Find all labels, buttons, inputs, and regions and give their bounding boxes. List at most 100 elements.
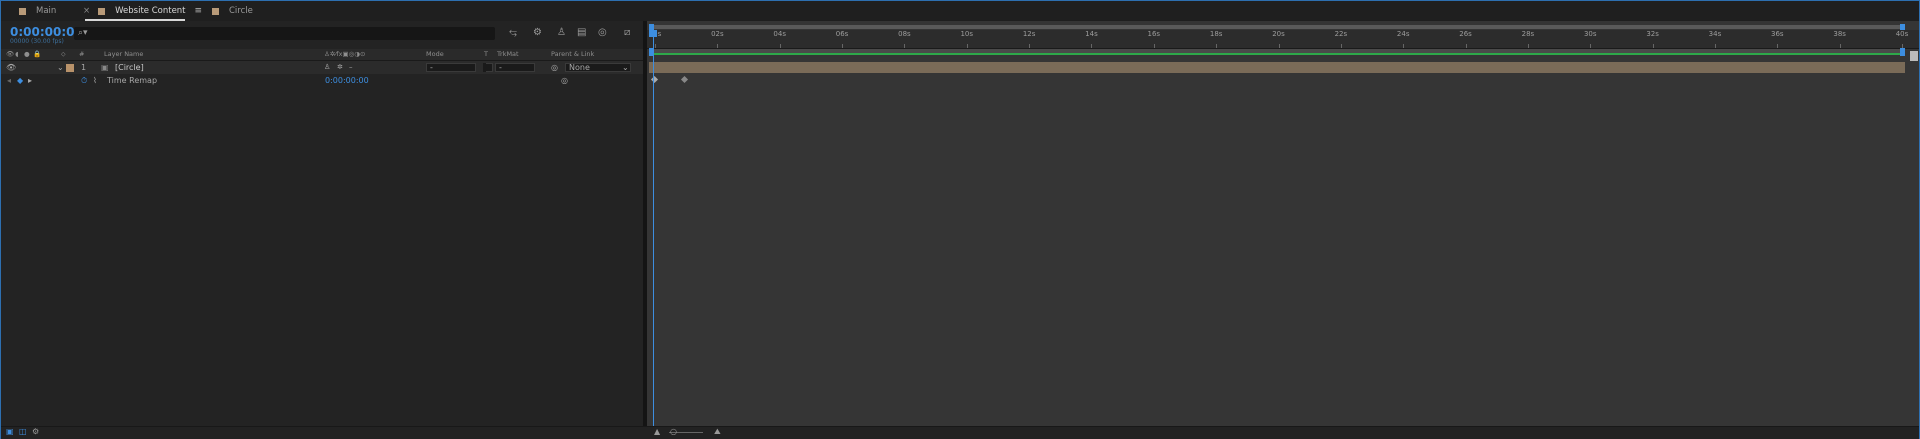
- ruler-tick-label: 38s: [1833, 30, 1846, 38]
- expand-chevron-down-icon[interactable]: ⌄: [57, 63, 64, 72]
- time-ruler[interactable]: 00s02s04s06s08s10s12s14s16s18s20s22s24s2…: [647, 30, 1919, 49]
- frame-rate-label: 00000 (30.00 fps): [10, 38, 64, 45]
- ruler-tick-mark: [1091, 44, 1093, 48]
- ruler-tick-label: 12s: [1022, 30, 1036, 38]
- time-navigator[interactable]: [649, 24, 1905, 30]
- frame-blending-icon[interactable]: ▤: [577, 27, 586, 38]
- ruler-tick-label: 02s: [711, 30, 724, 38]
- ruler-tick-mark: [655, 44, 656, 48]
- mode-dropdown[interactable]: -: [426, 63, 476, 72]
- solo-switch-icon[interactable]: ●: [24, 50, 30, 58]
- column-parent-link: Parent & Link: [551, 50, 595, 58]
- comp-end-marker-icon[interactable]: [1910, 51, 1918, 61]
- property-value[interactable]: 0:00:00:00: [325, 76, 369, 85]
- column-layer-name[interactable]: Layer Name: [104, 50, 143, 58]
- ruler-tick-label: 36s: [1771, 30, 1784, 38]
- comp-color-swatch: [212, 7, 219, 15]
- parent-dropdown[interactable]: None ⌄: [565, 63, 631, 72]
- timeline-footer: ▣ ◫ ⚙ ▲ ○ ⛰: [1, 426, 1919, 439]
- tab-main[interactable]: Main: [19, 1, 56, 21]
- column-trkmat: TrkMat: [497, 50, 519, 58]
- keyframe-nav-prev-icon[interactable]: ◂: [7, 76, 11, 85]
- timeline-area[interactable]: 00s02s04s06s08s10s12s14s16s18s20s22s24s2…: [647, 21, 1919, 426]
- ruler-tick-label: 28s: [1521, 30, 1535, 38]
- ruler-tick-mark: [1029, 44, 1031, 48]
- ruler-tick-label: 04s: [773, 30, 786, 38]
- ruler-tick-label: 22s: [1334, 30, 1348, 38]
- graph-editor-icon[interactable]: ⧄: [624, 27, 630, 38]
- tab-circle[interactable]: Circle: [212, 1, 253, 21]
- close-icon[interactable]: ×: [83, 6, 90, 16]
- label-color-swatch[interactable]: [66, 64, 74, 72]
- current-time-line: [653, 30, 654, 426]
- panel-menu-icon[interactable]: ≡: [195, 6, 203, 16]
- column-header-row: 👁 ◖ ● 🔒 ⬦ # Layer Name ♙✲⁄fx▣◎◑⊙ Mode T …: [1, 49, 643, 61]
- keyframe-nav-marker[interactable]: [680, 75, 689, 84]
- ruler-tick-mark: [1153, 44, 1155, 48]
- precomp-icon: ▣: [101, 63, 109, 72]
- composition-tabs: Main × Website Content ≡ Circle: [1, 1, 1919, 21]
- layer-row[interactable]: 👁 ⌄ 1 ▣ [Circle] ♙ ✲ – - - ◎ None ⌄: [1, 61, 643, 74]
- comp-mini-flowchart-icon[interactable]: ⥃: [509, 27, 517, 38]
- draft-3d-icon[interactable]: ⚙: [533, 27, 542, 38]
- ruler-tick-label: 06s: [835, 30, 849, 38]
- ruler-tick-mark: [904, 44, 906, 48]
- tab-label: Circle: [229, 6, 253, 16]
- ruler-tick-label: 08s: [898, 30, 911, 38]
- ruler-tick-label: 20s: [1272, 30, 1285, 38]
- lock-switch-icon[interactable]: 🔒: [33, 50, 41, 58]
- work-area-bar[interactable]: [649, 48, 1905, 56]
- add-keyframe-icon[interactable]: ◆: [17, 76, 23, 85]
- ruler-tick-label: 16s: [1147, 30, 1161, 38]
- search-icon: ⌕▾: [78, 28, 88, 38]
- layer-name[interactable]: [Circle]: [115, 63, 144, 72]
- video-switch-icon[interactable]: 👁: [6, 50, 14, 58]
- zoom-slider-thumb[interactable]: ○: [670, 427, 677, 436]
- quality-switch-icon[interactable]: –: [349, 63, 353, 71]
- comp-color-swatch: [19, 7, 26, 15]
- layer-duration-bar[interactable]: [649, 62, 1905, 73]
- zoom-out-icon[interactable]: ▲: [654, 427, 660, 436]
- ruler-tick-mark: [1403, 44, 1405, 48]
- ruler-tick-label: 24s: [1396, 30, 1410, 38]
- hide-shy-layers-icon[interactable]: ♙: [557, 27, 566, 38]
- keyframe-nav-next-icon[interactable]: ▸: [28, 76, 32, 85]
- ruler-tick-mark: [1278, 44, 1280, 48]
- tab-label: Website Content: [115, 6, 186, 16]
- trkmat-dropdown[interactable]: -: [495, 63, 535, 72]
- property-row[interactable]: ◂ ◆ ▸ ⏱ ⌇ Time Remap 0:00:00:00 ◎: [1, 74, 643, 87]
- property-name: Time Remap: [107, 76, 158, 85]
- ruler-tick-mark: [717, 44, 719, 48]
- tab-website-content[interactable]: × Website Content ≡: [83, 1, 202, 21]
- shy-switch-icon[interactable]: ♙: [324, 63, 330, 71]
- expression-pick-whip-icon[interactable]: ◎: [561, 76, 568, 85]
- pick-whip-icon[interactable]: ◎: [551, 63, 558, 72]
- visibility-eye-icon[interactable]: 👁: [6, 63, 16, 72]
- zoom-in-icon[interactable]: ⛰: [714, 427, 721, 437]
- ruler-tick-mark: [1216, 44, 1218, 48]
- graph-icon[interactable]: ⌇: [93, 76, 97, 85]
- toggle-modes-icon[interactable]: ◫: [19, 427, 27, 436]
- motion-blur-icon[interactable]: ◎: [598, 27, 607, 38]
- render-time-icon[interactable]: ⚙: [32, 427, 39, 436]
- label-column-icon[interactable]: ⬦: [61, 50, 66, 59]
- layer-panel: 0:00:00:00 00000 (30.00 fps) ⌕▾ ⥃ ⚙ ♙ ▤ …: [1, 21, 643, 426]
- comp-color-swatch: [98, 7, 106, 15]
- audio-switch-icon[interactable]: ◖: [15, 50, 18, 58]
- column-number: #: [79, 50, 85, 58]
- chevron-down-icon: ⌄: [622, 63, 629, 72]
- column-mode: Mode: [426, 50, 444, 58]
- work-area-end-handle[interactable]: [1900, 48, 1905, 56]
- column-t: T: [484, 50, 488, 58]
- ruler-tick-mark: [1839, 44, 1841, 48]
- current-time-display[interactable]: 0:00:00:00: [10, 25, 83, 39]
- collapse-switch-icon[interactable]: ✲: [337, 63, 343, 71]
- toggle-switches-icon[interactable]: ▣: [6, 427, 14, 436]
- ruler-tick-mark: [1714, 44, 1716, 48]
- playhead[interactable]: [649, 30, 657, 37]
- ruler-tick-label: 40s: [1895, 30, 1909, 38]
- stopwatch-icon[interactable]: ⏱: [81, 76, 87, 86]
- layer-index: 1: [81, 63, 87, 72]
- ruler-tick-label: 18s: [1209, 30, 1223, 38]
- search-input[interactable]: ⌕▾: [74, 27, 495, 40]
